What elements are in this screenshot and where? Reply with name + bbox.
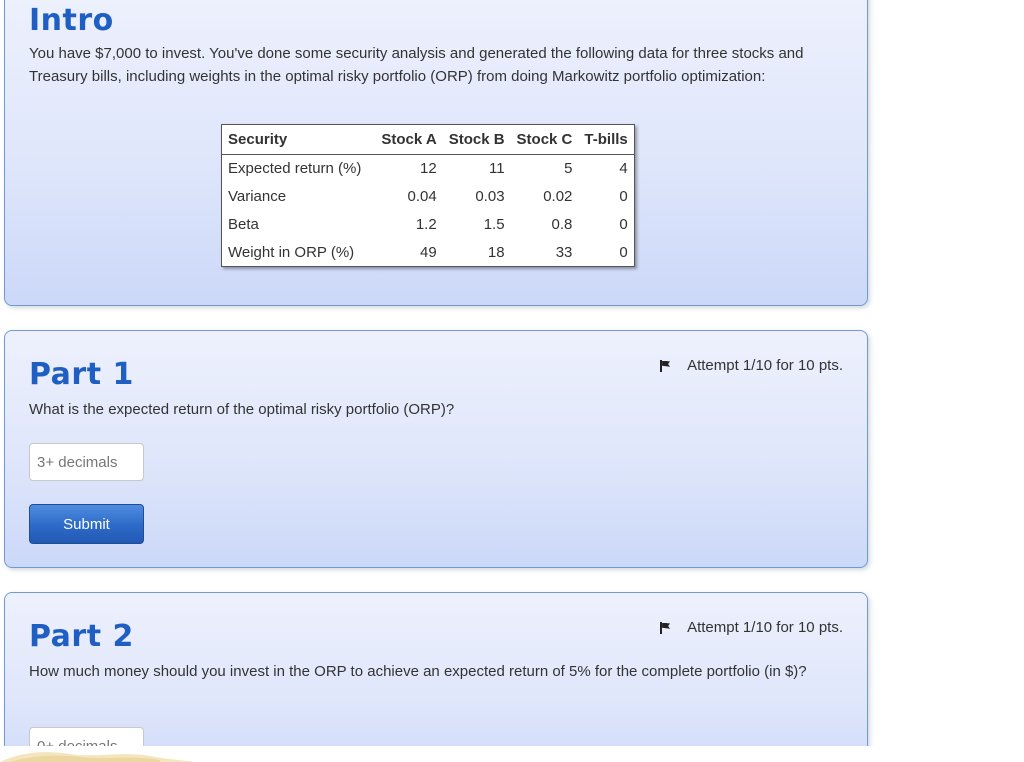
table-cell: 0.8 <box>551 216 573 233</box>
table-row: Variance 0.04 0.03 0.02 0 <box>222 183 635 211</box>
table-cell: 11 <box>488 160 505 178</box>
table-row: Expected return (%) 12 11 5 4 <box>222 155 635 183</box>
table-cell: 0 <box>619 216 628 233</box>
table-cell: Weight in ORP (%) <box>228 243 355 261</box>
flag-icon[interactable] <box>659 621 671 634</box>
part2-title: Part 2 <box>29 619 134 654</box>
table-cell: Variance <box>228 188 287 205</box>
flag-icon[interactable] <box>659 359 671 372</box>
table-cell: 0.02 <box>543 188 573 205</box>
part2-question: How much money should you invest in the … <box>29 663 807 680</box>
table-cell: Expected return (%) <box>228 160 362 178</box>
submit-button[interactable]: Submit <box>29 504 144 544</box>
intro-text: You have $7,000 to invest. You've done s… <box>29 45 804 85</box>
table-header: Stock C <box>510 124 579 155</box>
table-cell: 49 <box>420 243 437 261</box>
part2-attempt-text: Attempt 1/10 for 10 pts. <box>687 619 843 636</box>
part1-question: What is the expected return of the optim… <box>29 401 455 418</box>
table-header: Stock A <box>375 124 443 155</box>
table-cell: Beta <box>228 216 259 233</box>
table-row: Weight in ORP (%) 49 18 33 0 <box>222 239 635 267</box>
table-cell: 0.04 <box>407 188 437 205</box>
table-header: Stock B <box>442 124 511 155</box>
part1-attempt-text: Attempt 1/10 for 10 pts. <box>687 357 843 374</box>
table-cell: 18 <box>487 243 505 261</box>
table-cell: 1.2 <box>415 216 437 233</box>
part1-card: Part 1 Attempt 1/10 for 10 pts. What is … <box>4 330 868 568</box>
table-header: Security <box>221 124 376 155</box>
table-cell: 0 <box>619 188 628 205</box>
part1-attempt-status: Attempt 1/10 for 10 pts. <box>659 357 843 374</box>
intro-title: Intro <box>29 3 114 38</box>
table-cell: 5 <box>564 160 573 178</box>
table-cell: 0.03 <box>475 188 505 205</box>
table-cell: 33 <box>555 243 573 261</box>
table-cell: 1.5 <box>483 216 505 233</box>
part1-answer-input[interactable] <box>29 443 144 481</box>
part2-card: Part 2 Attempt 1/10 for 10 pts. How much… <box>4 592 868 762</box>
table-header: T-bills <box>578 124 635 155</box>
part1-title: Part 1 <box>29 357 134 392</box>
table-cell: 0 <box>619 243 628 261</box>
table-row: Beta 1.2 1.5 0.8 0 <box>222 211 635 239</box>
decorative-swirl-icon <box>0 752 195 762</box>
table-header-row: Security Stock A Stock B Stock C T-bills <box>221 124 635 155</box>
table-cell: 12 <box>420 160 437 178</box>
part2-attempt-status: Attempt 1/10 for 10 pts. <box>659 619 843 636</box>
security-data-table: Security Stock A Stock B Stock C T-bills… <box>221 124 635 267</box>
table-cell: 4 <box>619 160 628 178</box>
intro-card: Intro You have $7,000 to invest. You've … <box>4 0 868 306</box>
